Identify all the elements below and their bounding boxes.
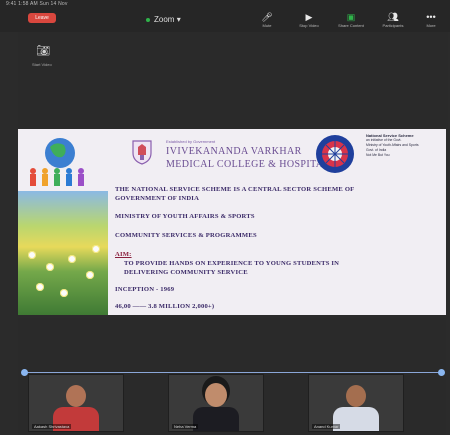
video-camera-icon: ▶: [305, 12, 313, 22]
more-icon: •••: [426, 12, 436, 22]
flower-field-photo: [18, 191, 108, 315]
participant-video: [191, 383, 241, 431]
status-text: 9:41 1:58 AM Sun 14 Nov: [6, 1, 68, 7]
nss-wheel-emblem-icon: [316, 135, 354, 173]
chevron-down-icon: ▾: [176, 15, 181, 24]
slide-text-line: INCEPTION - 1969: [115, 286, 175, 293]
participant-name: Anand Kumar: [312, 424, 341, 429]
microphone-icon: 🎤︎: [261, 12, 273, 22]
camera-switch-icon[interactable]: 📷︎: [36, 44, 50, 57]
college-crest-icon: [132, 140, 152, 165]
app-title[interactable]: Zoom ▾: [154, 15, 181, 24]
participant-gallery: Aakash Shrivastava Neha Verma Anand Kuma…: [18, 318, 446, 435]
filmstrip-handle-icon[interactable]: [438, 369, 445, 376]
slide-text-line: THE NATIONAL SERVICE SCHEME IS A CENTRAL…: [115, 186, 355, 193]
share-content-button[interactable]: ▣ Share Content: [334, 12, 368, 32]
self-video-area: 📷︎ Start Video: [18, 32, 448, 129]
connection-icon: [146, 18, 150, 22]
participants-icon: 👥︎: [387, 12, 399, 22]
slide-text-line: DELIVERING COMMUNITY SERVICE: [124, 269, 248, 276]
more-button[interactable]: ••• More: [414, 12, 448, 32]
slide-aim-heading: AIM:: [115, 251, 132, 258]
globe-people-icon: [30, 138, 84, 186]
slide-text-line: TO PROVIDE HANDS ON EXPERIENCE TO YOUNG …: [124, 260, 340, 267]
stop-video-button[interactable]: ▶ Stop Video: [292, 12, 326, 32]
top-toolbar: 9:41 1:58 AM Sun 14 Nov Leave Zoom ▾ 🎤︎ …: [0, 0, 450, 32]
participant-name: Neha Verma: [172, 424, 199, 429]
participant-tile[interactable]: Neha Verma: [168, 374, 264, 432]
filmstrip-handle-icon[interactable]: [21, 369, 28, 376]
slide-text-line: COMMUNITY SERVICES & PROGRAMMES: [115, 232, 257, 239]
college-name-line2: MEDICAL COLLEGE & HOSPITALS: [166, 159, 336, 170]
shared-screen-slide: Established by Government IVIVEKANANDA V…: [18, 129, 446, 315]
slide-text-line: MINISTRY OF YOUTH AFFAIRS & SPORTS: [115, 213, 255, 220]
participants-button[interactable]: 👥︎ Participants: [376, 12, 410, 32]
mute-button[interactable]: 🎤︎ Mute: [250, 12, 284, 32]
share-screen-icon: ▣: [346, 12, 356, 22]
participant-name: Aakash Shrivastava: [32, 424, 72, 429]
participant-tile[interactable]: Anand Kumar: [308, 374, 404, 432]
participant-tile[interactable]: Aakash Shrivastava: [28, 374, 124, 432]
leave-button[interactable]: Leave: [28, 13, 56, 23]
college-subtitle: Established by Government: [166, 139, 216, 144]
filmstrip-divider: [24, 372, 444, 373]
nss-side-line: Not Me But You: [366, 153, 390, 157]
slide-text-line: GOVERNMENT OF INDIA: [115, 195, 200, 202]
college-name-line1: IVIVEKANANDA VARKHAR: [166, 146, 302, 157]
nss-info-block: National Service Scheme an initiative of…: [366, 133, 446, 158]
camera-label: Start Video: [32, 62, 52, 67]
slide-text-line: 46,00 —— 3.8 MILLION 2,000+): [115, 303, 215, 310]
